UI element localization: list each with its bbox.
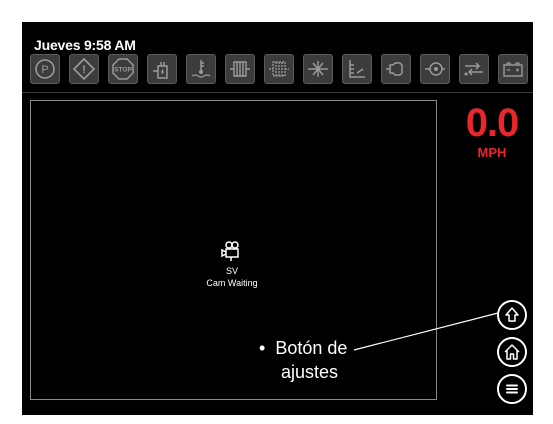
filter-bypass-icon[interactable] (303, 54, 333, 84)
camera-name: SV (225, 266, 238, 276)
svg-text:!: ! (82, 64, 86, 76)
speed-unit: MPH (477, 145, 507, 160)
filter-icon[interactable] (225, 54, 255, 84)
speed-value: 0.0 (465, 101, 520, 145)
hydraulic-oil-icon[interactable] (147, 54, 177, 84)
header-divider (22, 92, 533, 93)
menu-icon (506, 384, 518, 394)
menu-button[interactable] (497, 374, 527, 404)
coolant-temp-icon[interactable] (186, 54, 216, 84)
callout-label-line1: • Botón de (259, 338, 347, 359)
camera-icon (221, 240, 243, 262)
settings-button[interactable] (497, 300, 527, 330)
filter-restriction-icon[interactable] (264, 54, 294, 84)
svg-text:STOP: STOP (114, 67, 132, 74)
svg-text:P: P (41, 64, 48, 76)
sensor-icon[interactable] (459, 54, 489, 84)
warning-icon[interactable]: ! (69, 54, 99, 84)
oil-level-icon[interactable] (342, 54, 372, 84)
home-button[interactable] (497, 337, 527, 367)
stop-icon[interactable]: STOP (108, 54, 138, 84)
battery-icon[interactable] (498, 54, 528, 84)
settings-arrow-icon (505, 307, 519, 322)
home-icon (504, 344, 520, 360)
status-datetime: Jueves 9:58 AM (34, 37, 136, 53)
transmission-icon[interactable] (420, 54, 450, 84)
camera-status: Cam Waiting (206, 278, 258, 288)
callout-bullet: • (259, 338, 266, 358)
callout-text-line1: Botón de (275, 338, 348, 358)
callout-text-line2: ajustes (281, 362, 339, 382)
parking-brake-icon[interactable]: P (30, 54, 60, 84)
engine-icon[interactable] (381, 54, 411, 84)
